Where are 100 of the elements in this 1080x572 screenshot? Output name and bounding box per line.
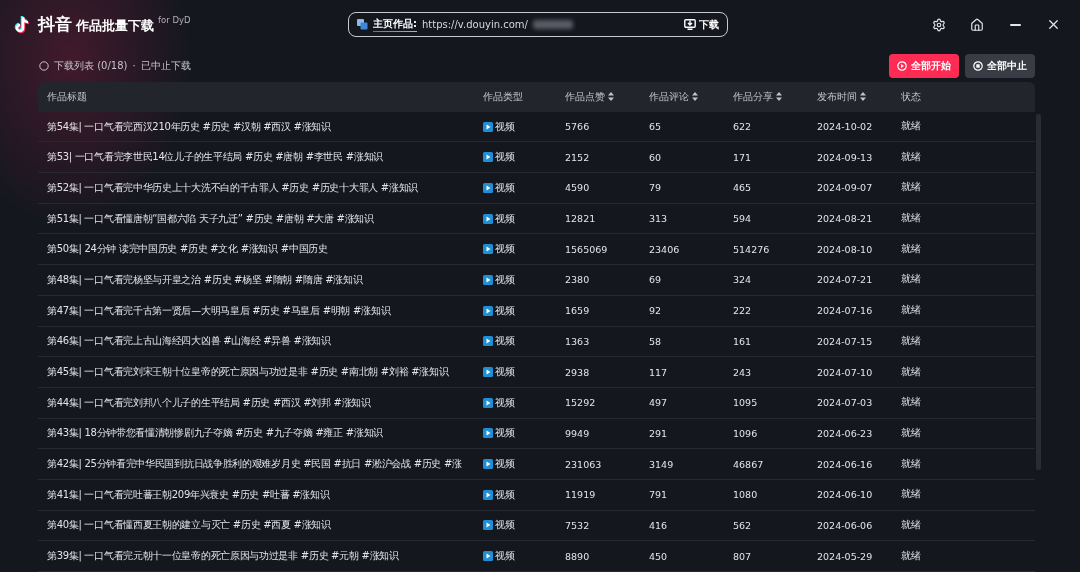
separator-dot: · (132, 60, 136, 72)
comments-cell-text: 313 (649, 213, 669, 225)
shares-cell-text: 1080 (733, 489, 759, 501)
date-cell-text: 2024-07-15 (817, 335, 874, 347)
home-icon (970, 17, 984, 32)
shares-cell-text: 514276 (733, 243, 771, 255)
comments-cell-text: 117 (649, 366, 669, 378)
column-header[interactable]: 作品点赞 (565, 89, 605, 104)
type-cell: 视频 (495, 395, 515, 410)
type-cell: 视频 (495, 549, 515, 564)
date-cell-text: 2024-06-06 (817, 519, 874, 531)
column-header[interactable]: 作品分享 (733, 89, 773, 104)
title-cell-text: 第39集| 一口气看完元朝十一位皇帝的死亡原因与功过是非 #历史 #元朝 #涨知识 (47, 549, 400, 564)
status-cell-text: 就绪 (901, 365, 922, 379)
comments-cell-text: 3149 (649, 458, 675, 470)
play-icon (483, 121, 493, 132)
status-cell-text: 就绪 (901, 334, 922, 348)
shares-cell-text: 562 (733, 519, 753, 531)
shares-cell-text: 1095 (733, 397, 759, 409)
app-title: 作品批量下载 (76, 17, 154, 36)
play-icon (483, 152, 493, 163)
comments-cell-text: 79 (649, 182, 663, 194)
likes-cell-text: 1659 (565, 305, 591, 317)
play-icon (483, 459, 493, 470)
date-cell-text: 2024-09-07 (817, 182, 874, 194)
title-cell-text: 第45集| 一口气看完刘宋王朝十位皇帝的死亡原因与功过是非 #历史 #南北朝 #刘裕 #涨知识 (47, 365, 450, 380)
shares-cell-text: 1096 (733, 427, 759, 439)
sort-icon[interactable] (692, 92, 698, 102)
date-cell-text: 2024-05-29 (817, 550, 874, 562)
status-cell-text: 就绪 (901, 150, 922, 164)
column-header: 作品标题 (47, 89, 87, 104)
date-cell-text: 2024-10-02 (817, 121, 874, 133)
type-cell: 视频 (495, 211, 515, 226)
date-cell-text: 2024-06-16 (817, 458, 874, 470)
play-icon (483, 305, 493, 316)
play-icon (483, 182, 493, 193)
status-cell-text: 就绪 (901, 181, 922, 195)
type-cell: 视频 (495, 272, 515, 287)
play-icon (483, 244, 493, 255)
play-icon (483, 428, 493, 439)
shares-cell-text: 161 (733, 335, 753, 347)
likes-cell-text: 9949 (565, 427, 591, 439)
likes-cell-text: 12821 (565, 213, 597, 225)
shares-cell-text: 324 (733, 274, 753, 286)
comments-cell-text: 450 (649, 550, 669, 562)
download-icon (684, 19, 696, 31)
stop-all-button[interactable]: 全部中止 (965, 53, 1035, 78)
date-cell-text: 2024-07-16 (817, 305, 874, 317)
sort-icon[interactable] (860, 92, 866, 102)
type-cell: 视频 (495, 334, 515, 349)
type-cell: 视频 (495, 457, 515, 472)
url-field[interactable]: 主页作品: https://v.douyin.com/ 下载 (348, 12, 728, 38)
copy-icon (357, 19, 368, 31)
shares-cell-text: 46867 (733, 458, 765, 470)
comments-cell-text: 23406 (649, 243, 681, 255)
comments-cell-text: 58 (649, 335, 663, 347)
comments-cell-text: 497 (649, 397, 669, 409)
column-header[interactable]: 发布时间 (817, 89, 857, 104)
status-cell-text: 就绪 (901, 426, 922, 440)
type-cell: 视频 (495, 303, 515, 318)
play-icon (483, 520, 493, 531)
column-header: 状态 (901, 89, 921, 104)
likes-cell-text: 4590 (565, 182, 591, 194)
title-cell-text: 第43集| 18分钟带您看懂清朝惨剧九子夺嫡 #历史 #九子夺嫡 #雍正 #涨知识 (47, 426, 384, 441)
title-cell-text: 第46集| 一口气看完上古山海经四大凶兽 #山海经 #异兽 #涨知识 (47, 334, 332, 349)
status-cell-text: 就绪 (901, 488, 922, 502)
shares-cell-text: 594 (733, 213, 753, 225)
comments-cell-text: 65 (649, 121, 663, 133)
type-cell: 视频 (495, 426, 515, 441)
play-icon (483, 551, 493, 562)
sort-icon[interactable] (776, 92, 782, 102)
download-list-count: 下载列表 (0/18) (54, 58, 128, 73)
likes-cell-text: 15292 (565, 397, 597, 409)
circle-icon (39, 60, 49, 71)
likes-cell-text: 2938 (565, 366, 591, 378)
type-cell: 视频 (495, 365, 515, 380)
title-cell-text: 第53| 一口气看完李世民14位儿子的生平结局 #历史 #唐朝 #李世民 #涨知识 (47, 150, 384, 165)
title-cell-text: 第51集| 一口气看懂唐朝“国都六陷 天子九迁” #历史 #唐朝 #大唐 #涨知识 (47, 211, 375, 226)
type-cell: 视频 (495, 180, 515, 195)
column-header[interactable]: 作品评论 (649, 89, 689, 104)
status-cell-text: 就绪 (901, 396, 922, 410)
status-cell-text: 就绪 (901, 273, 922, 287)
title-cell-text: 第41集| 一口气看完吐蕃王朝209年兴衰史 #历史 #吐蕃 #涨知识 (47, 487, 331, 502)
likes-cell-text: 2152 (565, 151, 591, 163)
download-button[interactable]: 下载 (684, 17, 719, 32)
sort-icon[interactable] (608, 92, 614, 102)
likes-cell-text: 1565069 (565, 243, 609, 255)
status-cell-text: 就绪 (901, 518, 922, 532)
type-cell: 视频 (495, 150, 515, 165)
comments-cell-text: 291 (649, 427, 669, 439)
start-all-button[interactable]: 全部开始 (889, 53, 959, 78)
redacted-text (532, 20, 573, 30)
download-status: 已中止下载 (140, 58, 191, 73)
url-label: 主页作品: (373, 17, 417, 33)
type-cell: 视频 (495, 119, 515, 134)
column-header: 作品类型 (483, 89, 523, 104)
title-cell-text: 第40集| 一口气看懂西夏王朝的建立与灭亡 #历史 #西夏 #涨知识 (47, 518, 332, 533)
type-cell: 视频 (495, 487, 515, 502)
type-cell: 视频 (495, 518, 515, 533)
title-cell-text: 第54集| 一口气看完西汉210年历史 #历史 #汉朝 #西汉 #涨知识 (47, 119, 332, 134)
